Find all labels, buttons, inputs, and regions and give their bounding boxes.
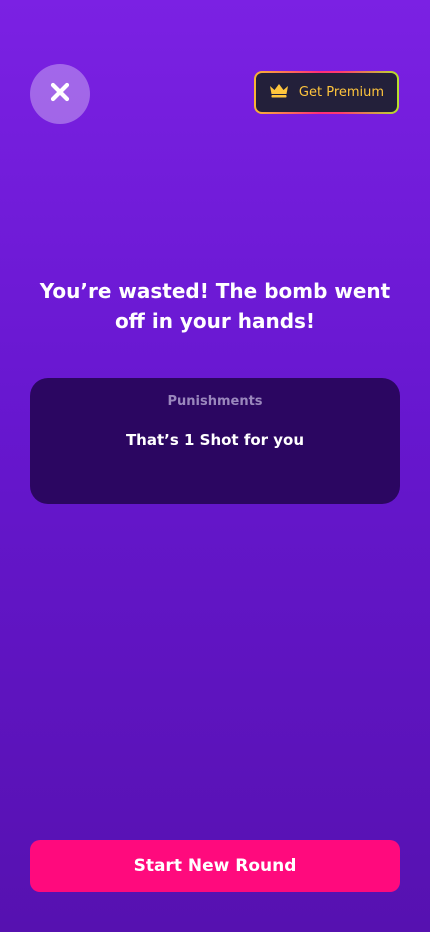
start-new-round-button[interactable]: Start New Round [30,840,400,892]
crown-icon [269,83,289,102]
close-icon [49,81,71,107]
get-premium-label: Get Premium [298,85,385,100]
get-premium-inner: Get Premium [256,73,397,112]
punishment-card-text: That’s 1 Shot for you [125,431,305,449]
result-message: You’re wasted! The bomb went off in your… [39,279,391,333]
punishment-card-title: Punishments [167,394,263,409]
get-premium-button[interactable]: Get Premium [254,71,399,114]
punishment-card: Punishments That’s 1 Shot for you [30,378,400,504]
close-button[interactable] [30,64,90,124]
